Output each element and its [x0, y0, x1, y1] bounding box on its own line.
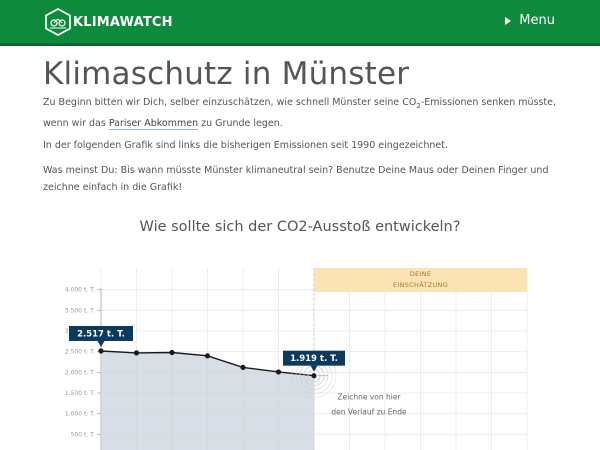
- y-tick-label: 2.500 t. T.: [65, 349, 95, 356]
- draw-hint-line1: Zeichne von hier: [337, 393, 401, 402]
- y-tick-label: 2.000 t. T.: [65, 369, 95, 376]
- y-axis-ticks: 500 t. T. 1.000 t. T. 1.500 t. T. 2.000 t. …: [65, 287, 102, 450]
- start-value-label: 2.517 t. T.: [77, 329, 125, 339]
- data-point: [169, 349, 175, 356]
- data-point: [240, 364, 246, 370]
- end-value-label: 1.919 t. T.: [290, 354, 338, 364]
- start-value-callout: 2.517 t. T.: [69, 325, 133, 347]
- y-tick-label: 3.500 t. T.: [65, 307, 95, 314]
- data-point: [311, 373, 317, 379]
- data-point: [204, 353, 211, 359]
- draw-hint-line2: den Verlauf zu Ende: [331, 408, 407, 417]
- y-tick-label: 1.500 t. T.: [65, 390, 95, 397]
- start-callout-pointer: [97, 340, 105, 347]
- end-value-callout: 1.919 t. T.: [283, 350, 345, 372]
- estimate-label-line1: DEINE: [410, 270, 432, 278]
- estimate-label-line2: EINSCHÄTZUNG: [393, 280, 448, 289]
- y-tick-label: 1.000 t. T.: [65, 411, 95, 418]
- emissions-area: [101, 351, 314, 450]
- y-tick-label: 4.000 t. T.: [65, 287, 95, 294]
- y-tick-label: 500 t. T.: [71, 431, 95, 438]
- end-callout-pointer: [310, 365, 318, 372]
- data-point: [275, 369, 282, 375]
- data-point: [98, 348, 104, 354]
- data-point: [133, 350, 140, 356]
- emissions-chart[interactable]: DEINE EINSCHÄTZUNG 500 t. T. 1.000 t. T. 1…: [0, 0, 600, 450]
